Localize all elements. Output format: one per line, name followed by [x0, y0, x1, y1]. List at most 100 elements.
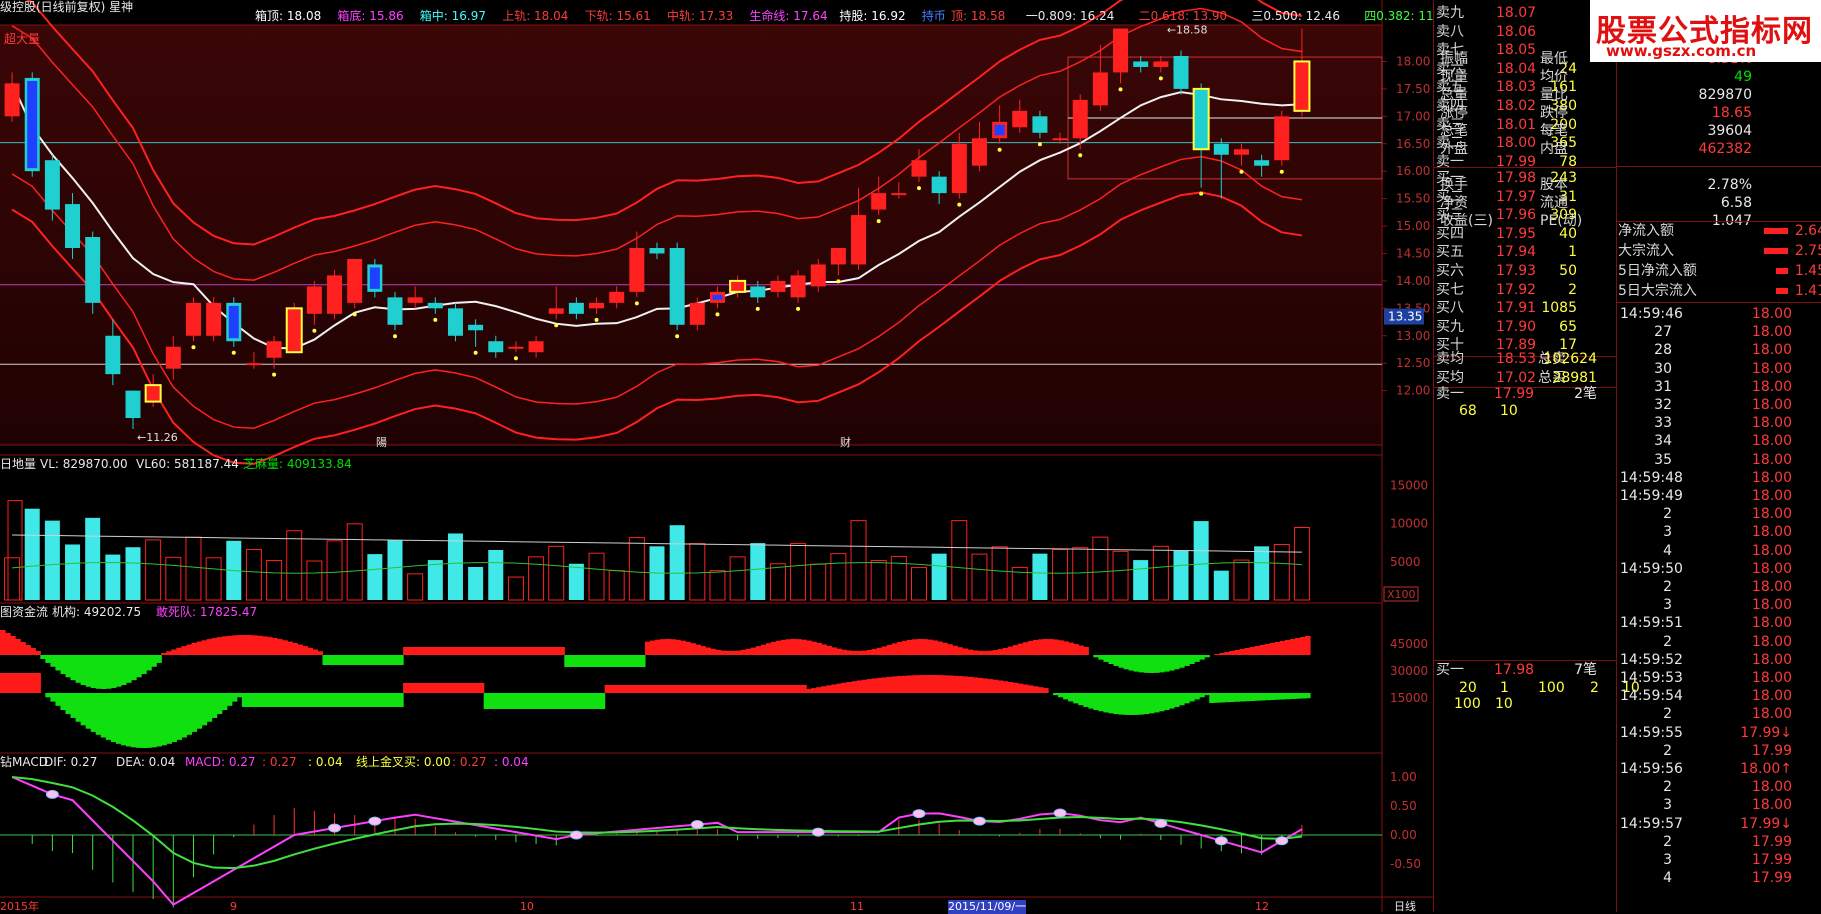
fund-area	[705, 647, 712, 655]
fund-area	[816, 642, 822, 655]
fund-area	[65, 655, 72, 678]
fund-area	[85, 655, 92, 687]
volume-bar	[468, 566, 484, 600]
fund-area	[1048, 639, 1054, 655]
fund-area	[861, 650, 868, 655]
signal-dot	[1118, 87, 1123, 92]
signal-dot	[393, 334, 397, 339]
fund-area	[680, 640, 686, 655]
fund-area	[922, 639, 928, 655]
fund-area	[942, 642, 948, 655]
tick-price: 18.00	[1751, 378, 1792, 395]
fund-area	[221, 693, 228, 710]
candle-body	[165, 346, 181, 369]
fund-area	[161, 693, 167, 746]
fund-area	[967, 676, 974, 693]
cross-marker	[972, 816, 986, 826]
fund-area	[166, 651, 172, 655]
fund-area	[1098, 693, 1105, 712]
order-price: 17.93	[1496, 263, 1537, 279]
fund-area	[549, 647, 555, 655]
fund-area	[1274, 693, 1281, 700]
fund-area	[1158, 655, 1165, 673]
fund-area	[327, 693, 334, 707]
fund-area	[1254, 693, 1261, 701]
header-indicator: 上轨: 18.04	[502, 9, 569, 23]
fund-area	[347, 655, 354, 665]
fund-area	[246, 693, 253, 707]
fund-area	[1284, 640, 1291, 655]
fund-area	[1244, 693, 1251, 702]
candle-body	[790, 275, 806, 298]
header-indicator: 箱顶: 18.08	[255, 9, 322, 23]
fund-area	[715, 685, 722, 693]
fund-area	[735, 650, 742, 655]
fund-area	[619, 685, 626, 693]
order-price: 18.02	[1496, 98, 1537, 114]
candle-body	[327, 275, 343, 314]
cross-marker	[1275, 836, 1289, 846]
fund-area	[1214, 654, 1220, 655]
fund-area	[705, 685, 712, 693]
stock-terminal: 18.00 17.50 17.00 16.50 16.00 15.50 15.00 14.50…	[0, 0, 1821, 914]
fund-area	[468, 683, 475, 693]
candle-body	[44, 160, 60, 210]
candle-body	[468, 324, 484, 331]
fund-area	[483, 647, 490, 655]
fund-area	[518, 693, 525, 709]
fund-area	[710, 648, 717, 655]
fund-title: 图资金流	[0, 605, 49, 619]
order-label: 卖九	[1436, 5, 1464, 21]
header-indicator: 箱中: 16.97	[419, 9, 487, 23]
fund-area	[1103, 693, 1110, 713]
fund-area	[387, 693, 394, 707]
fund-area	[377, 693, 384, 707]
macd-tick: 0.50	[1390, 799, 1417, 813]
candle-body	[125, 390, 141, 419]
candle-body	[1072, 99, 1088, 139]
cross-marker	[45, 789, 59, 799]
event-marker: 财	[840, 435, 851, 449]
tick-seq: 2	[1663, 706, 1672, 723]
fund-area	[312, 649, 319, 655]
fund-area	[342, 655, 349, 665]
fund-area	[65, 693, 72, 715]
fund-area	[660, 639, 666, 655]
fund-area	[297, 644, 303, 655]
fund-area	[665, 639, 671, 655]
queue-label: 买一	[1436, 662, 1464, 678]
fund-area	[1113, 693, 1120, 715]
fund-area	[529, 647, 535, 655]
fund-area	[398, 655, 404, 665]
fund-area	[297, 693, 303, 707]
signal-dot	[554, 323, 559, 328]
fund-area	[5, 673, 11, 693]
fund-area	[503, 693, 510, 709]
fund-area	[816, 687, 822, 693]
fund-area	[95, 655, 102, 689]
candle-body	[4, 83, 20, 117]
fund-area	[574, 655, 581, 667]
fund-area	[730, 650, 737, 655]
fund-area	[136, 655, 142, 678]
fund-area	[1294, 693, 1301, 699]
dif-value: DIF: 0.27	[44, 755, 98, 769]
tick-price: 17.99↓	[1740, 724, 1792, 741]
fund-area	[20, 642, 26, 655]
candle-body	[1233, 149, 1249, 155]
fund-area	[589, 693, 596, 709]
fund-area	[876, 677, 883, 693]
fund-area	[181, 693, 188, 738]
order-price: 17.90	[1496, 318, 1537, 335]
kline-chart[interactable]: 18.00 17.50 17.00 16.50 16.00 15.50 15.00 14.50…	[0, 0, 1433, 912]
cross-marker	[368, 816, 382, 826]
fund-area	[483, 693, 490, 709]
fund-area	[1204, 693, 1210, 696]
fund-area	[362, 655, 369, 665]
fund-area	[755, 646, 762, 655]
fund-area	[1108, 655, 1115, 664]
fund-area	[982, 678, 989, 693]
stat-value: 2.78%	[1707, 177, 1752, 193]
fund-area	[614, 655, 621, 667]
fund-area	[458, 647, 465, 655]
